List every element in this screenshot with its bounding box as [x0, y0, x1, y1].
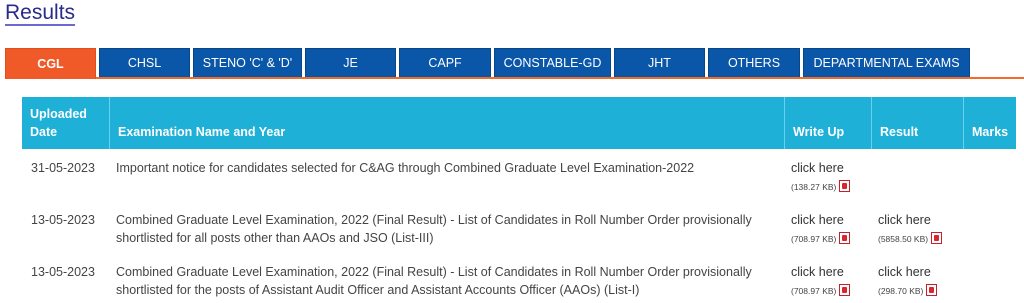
row-date: 13-05-2023	[31, 265, 95, 279]
table-row: 13-05-2023 Combined Graduate Level Exami…	[22, 209, 1016, 261]
row-exam-name: Important notice for candidates selected…	[116, 161, 695, 175]
write-up-link[interactable]: click here	[791, 211, 850, 229]
row-exam-name: Combined Graduate Level Examination, 202…	[116, 265, 752, 297]
header-exam-name: Examination Name and Year	[110, 97, 785, 149]
row-write-up: click here (138.27 KB)	[791, 159, 851, 196]
tab-je[interactable]: JE	[305, 48, 396, 77]
tab-capf[interactable]: CAPF	[399, 48, 491, 77]
tab-chsl[interactable]: CHSL	[99, 48, 190, 77]
write-up-size: (708.97 KB)	[791, 286, 837, 296]
write-up-size: (708.97 KB)	[791, 234, 837, 244]
pdf-icon[interactable]	[839, 232, 851, 244]
row-result: click here (298.70 KB)	[878, 263, 938, 300]
tab-constable-gd[interactable]: CONSTABLE-GD	[494, 48, 611, 77]
result-link[interactable]: click here	[878, 263, 937, 281]
write-up-size: (138.27 KB)	[791, 182, 837, 192]
results-table: Uploaded Date Examination Name and Year …	[22, 97, 1016, 303]
header-marks: Marks	[972, 125, 1009, 139]
result-size: (298.70 KB)	[878, 286, 924, 296]
result-size: (5858.50 KB)	[878, 234, 929, 244]
write-up-link[interactable]: click here	[791, 263, 850, 281]
row-write-up: click here (708.97 KB)	[791, 263, 851, 300]
row-result: click here (5858.50 KB)	[878, 211, 943, 248]
tab-steno[interactable]: STENO 'C' & 'D'	[193, 48, 302, 77]
table-row: 31-05-2023 Important notice for candidat…	[22, 157, 1016, 207]
header-result: Result	[872, 97, 964, 149]
page-title: Results	[5, 1, 76, 24]
table-header: Uploaded Date Examination Name and Year …	[22, 97, 1016, 149]
tab-others[interactable]: OTHERS	[708, 48, 800, 77]
table-row: 13-05-2023 Combined Graduate Level Exami…	[22, 261, 1016, 303]
row-date: 13-05-2023	[31, 213, 95, 227]
pdf-icon[interactable]	[931, 232, 943, 244]
row-exam-name: Combined Graduate Level Examination, 202…	[116, 213, 752, 245]
result-link[interactable]: click here	[878, 211, 942, 229]
pdf-icon[interactable]	[926, 284, 938, 296]
tab-cgl[interactable]: CGL	[5, 48, 96, 79]
header-uploaded-date: Uploaded Date	[22, 97, 110, 149]
tab-jht[interactable]: JHT	[614, 48, 705, 77]
exam-tabs: CGL CHSL STENO 'C' & 'D' JE CAPF CONSTAB…	[5, 48, 1024, 79]
header-write-up: Write Up	[785, 97, 872, 149]
pdf-icon[interactable]	[839, 180, 851, 192]
row-write-up: click here (708.97 KB)	[791, 211, 851, 248]
row-date: 31-05-2023	[31, 161, 95, 175]
tab-departmental-exams[interactable]: DEPARTMENTAL EXAMS	[803, 48, 970, 77]
write-up-link[interactable]: click here	[791, 159, 850, 177]
pdf-icon[interactable]	[839, 284, 851, 296]
